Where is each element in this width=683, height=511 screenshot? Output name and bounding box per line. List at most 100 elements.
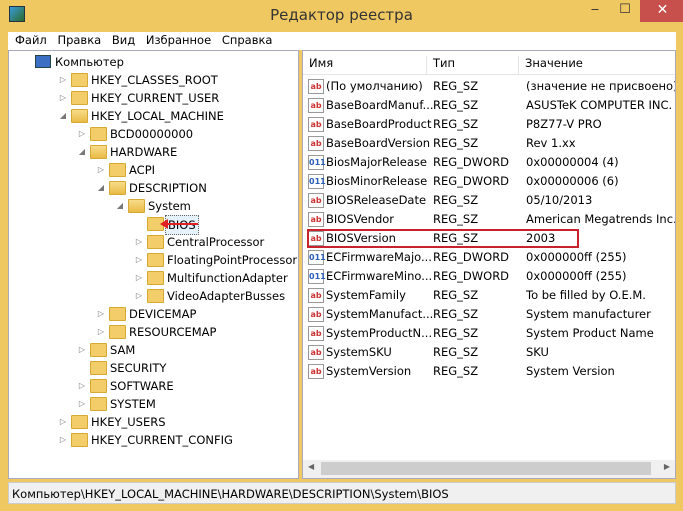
expand-icon[interactable]: ▷ — [59, 71, 67, 89]
tree-node[interactable]: ◢ HARDWARE — [9, 143, 298, 161]
tree-node[interactable]: ▷ FloatingPointProcessor — [9, 251, 298, 269]
list-row[interactable]: ab BIOSVendor REG_SZ American Megatrends… — [303, 210, 675, 229]
tree-node[interactable]: ▷ VideoAdapterBusses — [9, 287, 298, 305]
tree-node-label: BCD00000000 — [110, 127, 194, 141]
list-row[interactable]: ab BaseBoardVersion REG_SZ Rev 1.xx — [303, 134, 675, 153]
value-data: 0x00000006 (6) — [526, 174, 619, 188]
list-row[interactable]: ab SystemVersion REG_SZ System Version — [303, 362, 675, 381]
tree-node[interactable]: ▷ SOFTWARE — [9, 377, 298, 395]
horizontal-scrollbar[interactable]: ◀ ▶ — [303, 460, 675, 478]
list-row[interactable]: ab SystemSKU REG_SZ SKU — [303, 343, 675, 362]
menu-file[interactable]: Файл — [8, 32, 47, 47]
expand-icon[interactable]: ▷ — [97, 161, 105, 179]
values-list[interactable]: Имя Тип Значение ◀ ▶ ab (По умолчанию) R… — [302, 50, 676, 479]
expand-icon[interactable]: ▷ — [135, 233, 143, 251]
list-row[interactable]: 011 BiosMinorRelease REG_DWORD 0x0000000… — [303, 172, 675, 191]
value-type: REG_DWORD — [433, 155, 510, 169]
expand-icon[interactable]: ▷ — [78, 125, 86, 143]
list-row[interactable]: 011 BiosMajorRelease REG_DWORD 0x0000000… — [303, 153, 675, 172]
tree-node[interactable]: ◢ DESCRIPTION — [9, 179, 298, 197]
tree-node[interactable]: ▷ SYSTEM — [9, 395, 298, 413]
tree-node[interactable]: ◢Компьютер — [9, 53, 298, 71]
tree-node[interactable]: ▷ MultifunctionAdapter — [9, 269, 298, 287]
collapse-icon[interactable]: ◢ — [78, 143, 86, 161]
tree-node[interactable]: ▷ HKEY_USERS — [9, 413, 298, 431]
expand-icon[interactable]: ▷ — [135, 269, 143, 287]
folder-icon — [109, 163, 126, 177]
scroll-left-icon[interactable]: ◀ — [308, 462, 314, 471]
expand-icon[interactable]: ▷ — [59, 89, 67, 107]
reg-sz-icon: ab — [308, 364, 324, 379]
scrollbar-thumb[interactable] — [321, 462, 651, 475]
tree-node-label: VideoAdapterBusses — [167, 289, 286, 303]
value-name: BIOSReleaseDate — [326, 193, 427, 207]
list-row[interactable]: ab SystemProductN... REG_SZ System Produ… — [303, 324, 675, 343]
status-bar-path: Компьютер\HKEY_LOCAL_MACHINE\HARDWARE\DE… — [8, 482, 676, 504]
menu-help[interactable]: Справка — [215, 32, 273, 47]
expand-icon[interactable]: ▷ — [59, 431, 67, 449]
tree-node[interactable]: ▷ BCD00000000 — [9, 125, 298, 143]
column-value[interactable]: Значение — [519, 56, 675, 74]
tree-node-label: CentralProcessor — [167, 235, 265, 249]
tree-node[interactable]: ▷ ACPI — [9, 161, 298, 179]
value-name: BiosMinorRelease — [326, 174, 428, 188]
value-data: 0x000000ff (255) — [526, 250, 627, 264]
expand-icon[interactable]: ▷ — [78, 377, 86, 395]
tree-node[interactable]: ▷ HKEY_CLASSES_ROOT — [9, 71, 298, 89]
expand-icon[interactable]: ▷ — [78, 395, 86, 413]
tree-node[interactable]: SECURITY — [9, 359, 298, 377]
tree-node-label: HKEY_CURRENT_USER — [91, 91, 220, 105]
list-row[interactable]: 011 ECFirmwareMino... REG_DWORD 0x000000… — [303, 267, 675, 286]
list-row[interactable]: ab SystemFamily REG_SZ To be filled by O… — [303, 286, 675, 305]
expand-icon[interactable]: ▷ — [135, 287, 143, 305]
tree-node-label: RESOURCEMAP — [129, 325, 217, 339]
expand-icon[interactable]: ▷ — [97, 305, 105, 323]
tree-node-label: DEVICEMAP — [129, 307, 197, 321]
expand-icon[interactable]: ▷ — [59, 413, 67, 431]
list-row[interactable]: ab SystemManufact... REG_SZ System manuf… — [303, 305, 675, 324]
minimize-button[interactable]: ‒ — [582, 0, 608, 22]
value-name: BaseBoardVersion — [326, 136, 431, 150]
tree-node[interactable]: ▷ HKEY_CURRENT_CONFIG — [9, 431, 298, 449]
value-data: Rev 1.xx — [526, 136, 576, 150]
menu-favorites[interactable]: Избранное — [139, 32, 211, 47]
tree-node[interactable]: ▷ HKEY_CURRENT_USER — [9, 89, 298, 107]
menu-edit[interactable]: Правка — [50, 32, 101, 47]
value-type: REG_SZ — [433, 117, 479, 131]
value-name: SystemFamily — [326, 288, 406, 302]
list-row[interactable]: 011 ECFirmwareMajo... REG_DWORD 0x000000… — [303, 248, 675, 267]
tree-node[interactable]: ▷ SAM — [9, 341, 298, 359]
list-row[interactable]: ab BaseBoardProduct REG_SZ P8Z77-V PRO — [303, 115, 675, 134]
registry-tree[interactable]: ◢Компьютер▷HKEY_CLASSES_ROOT▷HKEY_CURREN… — [8, 50, 299, 479]
tree-node[interactable]: ◢ System — [9, 197, 298, 215]
value-name: (По умолчанию) — [326, 79, 423, 93]
expand-icon[interactable]: ▷ — [78, 341, 86, 359]
tree-node[interactable]: ◢ HKEY_LOCAL_MACHINE — [9, 107, 298, 125]
value-type: REG_SZ — [433, 79, 479, 93]
expand-icon[interactable]: ▷ — [97, 323, 105, 341]
column-name[interactable]: Имя — [303, 56, 427, 74]
scroll-right-icon[interactable]: ▶ — [664, 462, 670, 471]
value-name: BaseBoardProduct — [326, 117, 432, 131]
tree-node[interactable]: ▷ CentralProcessor — [9, 233, 298, 251]
reg-sz-icon: ab — [308, 326, 324, 341]
collapse-icon[interactable]: ◢ — [116, 197, 124, 215]
reg-dword-icon: 011 — [308, 250, 326, 265]
folder-icon — [90, 127, 107, 141]
tree-node[interactable]: BIOS — [9, 215, 298, 235]
maximize-button[interactable]: ☐ — [612, 0, 638, 22]
value-name: SystemProductN... — [326, 326, 433, 340]
folder-icon — [71, 415, 88, 429]
collapse-icon[interactable]: ◢ — [59, 107, 67, 125]
collapse-icon[interactable]: ◢ — [97, 179, 105, 197]
folder-icon — [147, 253, 164, 267]
list-row[interactable]: ab (По умолчанию) REG_SZ (значение не пр… — [303, 77, 675, 96]
expand-icon[interactable]: ▷ — [135, 251, 143, 269]
column-type[interactable]: Тип — [427, 56, 519, 74]
list-row[interactable]: ab BaseBoardManuf... REG_SZ ASUSTeK COMP… — [303, 96, 675, 115]
menu-view[interactable]: Вид — [105, 32, 135, 47]
close-button[interactable]: ✕ — [640, 0, 683, 22]
tree-node[interactable]: ▷ DEVICEMAP — [9, 305, 298, 323]
list-row[interactable]: ab BIOSReleaseDate REG_SZ 05/10/2013 — [303, 191, 675, 210]
tree-node[interactable]: ▷ RESOURCEMAP — [9, 323, 298, 341]
